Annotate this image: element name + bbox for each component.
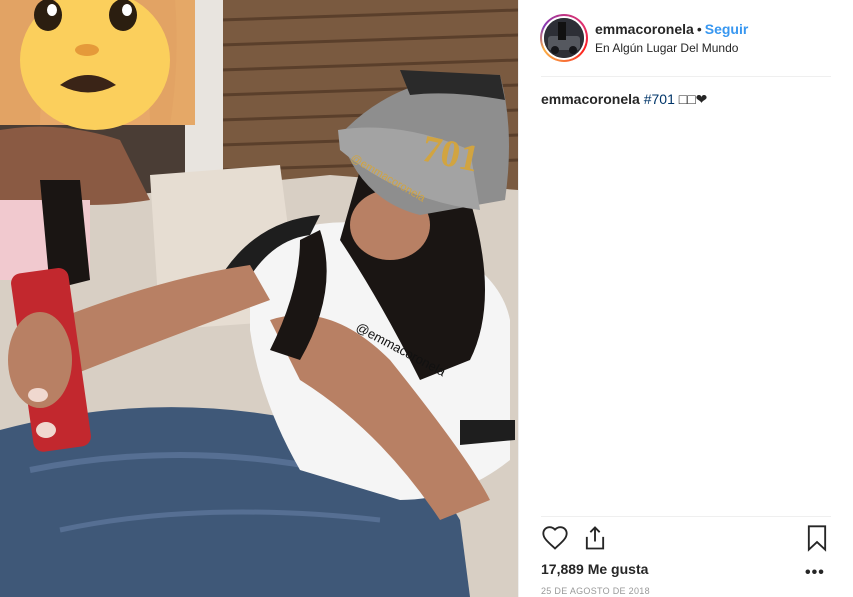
share-icon[interactable] xyxy=(581,524,611,554)
post-actions xyxy=(541,524,833,556)
likes-count[interactable]: 17,889 Me gusta xyxy=(541,561,648,577)
actions-divider xyxy=(541,516,831,517)
avatar[interactable] xyxy=(540,14,588,62)
woman-face-emoji xyxy=(0,0,195,130)
caption-hashtag[interactable]: #701 xyxy=(644,91,675,107)
avatar-image xyxy=(544,18,584,58)
post-caption: emmacoronela #701 □□❤ xyxy=(541,91,707,108)
header-divider xyxy=(541,76,831,77)
post-side-panel: emmacoronela • Seguir En Algún Lugar Del M… xyxy=(518,0,853,597)
post-date[interactable]: 25 DE AGOSTO DE 2018 xyxy=(541,586,650,596)
heart-icon[interactable] xyxy=(541,524,571,554)
post-username[interactable]: emmacoronela xyxy=(595,21,694,37)
post-photo[interactable]: 701 @emmacoronela @emmacoronela xyxy=(0,0,518,597)
bookmark-icon[interactable] xyxy=(803,524,833,554)
follow-button[interactable]: Seguir xyxy=(705,21,749,37)
separator-dot: • xyxy=(696,21,702,37)
post-header: emmacoronela • Seguir En Algún Lugar Del M… xyxy=(519,0,853,76)
more-options-icon[interactable]: ••• xyxy=(805,564,825,582)
photo-illustration: 701 @emmacoronela @emmacoronela xyxy=(0,0,518,597)
caption-username[interactable]: emmacoronela xyxy=(541,91,640,107)
caption-trailing-text: □□❤ xyxy=(678,91,708,107)
post-location[interactable]: En Algún Lugar Del Mundo xyxy=(595,41,738,55)
